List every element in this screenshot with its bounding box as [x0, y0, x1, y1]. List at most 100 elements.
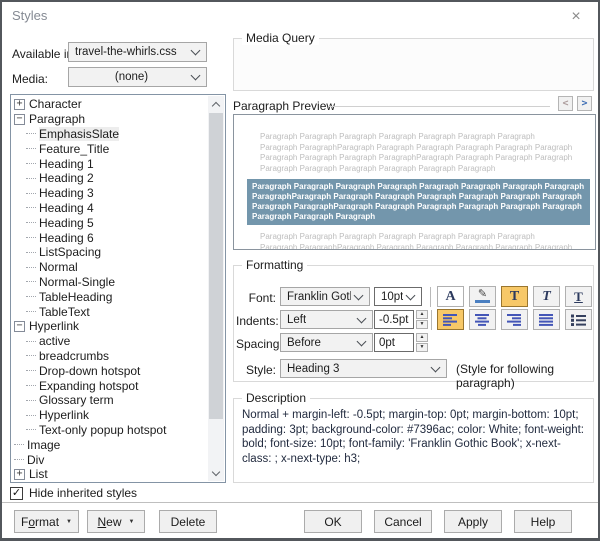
tree-item-label: TableText	[39, 304, 90, 319]
spacing-value: Before	[287, 336, 321, 349]
tree-item-label: Heading 1	[39, 156, 94, 171]
indent-amount-input[interactable]: -0.5pt	[374, 310, 414, 329]
font-family-select[interactable]: Franklin Gothic B	[280, 287, 370, 306]
tree-connector	[26, 163, 36, 165]
justify-icon	[539, 313, 553, 326]
font-label: Font:	[248, 291, 276, 305]
tree-item[interactable]: TableText	[11, 304, 208, 319]
tree-item[interactable]: Image	[11, 437, 208, 452]
scroll-down-icon[interactable]	[208, 465, 224, 481]
font-size-select[interactable]: 10pt	[374, 287, 422, 306]
hide-inherited-label: Hide inherited styles	[29, 486, 138, 500]
tree-item-label: Glossary term	[39, 393, 114, 408]
delete-button-label: Delete	[170, 514, 206, 529]
font-color-button[interactable]: A	[437, 286, 464, 307]
spinner-up-button[interactable]: ▲	[416, 310, 428, 319]
styles-dialog: Styles × Available in: travel-the-whirls…	[0, 0, 600, 541]
following-style-select[interactable]: Heading 3	[280, 359, 447, 378]
tree-item[interactable]: Heading 1	[11, 156, 208, 171]
preview-next-button[interactable]: >	[577, 96, 592, 111]
align-left-button[interactable]	[437, 309, 464, 330]
spinner-down-button[interactable]: ▼	[416, 343, 428, 352]
tree-item[interactable]: Heading 4	[11, 201, 208, 216]
apply-button[interactable]: Apply	[444, 510, 502, 533]
tree-item[interactable]: Text-only popup hotspot	[11, 423, 208, 438]
delete-button[interactable]: Delete	[158, 510, 217, 533]
spacing-select[interactable]: Before	[280, 333, 373, 352]
formatting-label: Formatting	[242, 258, 308, 272]
tree-item[interactable]: Heading 3	[11, 186, 208, 201]
available-in-select[interactable]: travel-the-whirls.css	[68, 42, 207, 62]
indents-select[interactable]: Left	[280, 310, 373, 329]
expand-icon[interactable]: +	[14, 468, 25, 480]
tree-item[interactable]: Expanding hotspot	[11, 378, 208, 393]
collapse-icon[interactable]: −	[14, 320, 25, 332]
italic-button[interactable]: T	[533, 286, 560, 307]
ok-button[interactable]: OK	[304, 510, 362, 533]
bullet-list-button[interactable]	[565, 309, 592, 330]
tree-item[interactable]: − Hyperlink	[11, 319, 208, 334]
spacing-label: Spacing:	[236, 337, 283, 351]
tree-item-label: Text-only popup hotspot	[39, 422, 167, 437]
tree-item[interactable]: + List	[11, 467, 208, 481]
tree-item-label: ListSpacing	[39, 245, 102, 260]
tree-item[interactable]: Normal-Single	[11, 275, 208, 290]
tree-connector	[26, 399, 36, 401]
indents-label: Indents:	[236, 314, 279, 328]
spacing-amount-input[interactable]: 0pt	[374, 333, 414, 352]
bold-button[interactable]: T	[501, 286, 528, 307]
paragraph-preview-label: Paragraph Preview	[233, 99, 336, 113]
align-right-button[interactable]	[501, 309, 528, 330]
tree-item[interactable]: Div	[11, 452, 208, 467]
tree-connector	[14, 444, 24, 446]
cancel-button[interactable]: Cancel	[374, 510, 432, 533]
tree-item[interactable]: EmphasisSlate	[11, 126, 208, 142]
tree-item[interactable]: Feature_Title	[11, 141, 208, 156]
preview-context-text: Paragraph Paragraph Paragraph Paragraph …	[260, 132, 573, 173]
tree-item[interactable]: ListSpacing	[11, 245, 208, 260]
font-family-value: Franklin Gothic B	[287, 290, 351, 303]
preview-prev-button[interactable]: <	[558, 96, 573, 111]
scroll-up-icon[interactable]	[208, 96, 224, 112]
highlight-color-button[interactable]: ✎	[469, 286, 496, 307]
new-button[interactable]: New ▼	[86, 510, 145, 533]
tree-item[interactable]: + Character	[11, 97, 208, 112]
spinner-up-button[interactable]: ▲	[416, 333, 428, 342]
expand-icon[interactable]: +	[14, 98, 25, 110]
tree-connector	[26, 192, 36, 194]
tree-item[interactable]: Heading 2	[11, 171, 208, 186]
tree-item[interactable]: active	[11, 334, 208, 349]
collapse-icon[interactable]: −	[14, 113, 25, 125]
tree-scrollbar[interactable]	[208, 96, 224, 481]
tree-item[interactable]: breadcrumbs	[11, 349, 208, 364]
tree-item[interactable]: Glossary term	[11, 393, 208, 408]
hide-inherited-checkbox[interactable]: ✓	[10, 486, 23, 500]
tree-item[interactable]: Normal	[11, 260, 208, 275]
tree-connector	[14, 459, 24, 461]
justify-button[interactable]	[533, 309, 560, 330]
chevron-down-icon	[190, 45, 201, 56]
align-center-button[interactable]	[469, 309, 496, 330]
tree-item[interactable]: Heading 6	[11, 230, 208, 245]
scrollbar-thumb[interactable]	[209, 113, 223, 419]
chevron-down-icon	[405, 290, 416, 300]
tree-item-label: Drop-down hotspot	[39, 363, 141, 378]
spinner-down-button[interactable]: ▼	[416, 320, 428, 329]
help-button[interactable]: Help	[514, 510, 572, 533]
tree-item[interactable]: Hyperlink	[11, 408, 208, 423]
tree-item-label: TableHeading	[39, 289, 113, 304]
tree-connector	[26, 414, 36, 416]
tree-item[interactable]: Drop-down hotspot	[11, 363, 208, 378]
spinner-down-icon: ▼	[419, 344, 425, 350]
tree-item-label: EmphasisSlate	[39, 126, 120, 141]
preview-selected-paragraph: Paragraph Paragraph Paragraph Paragraph …	[247, 179, 590, 225]
tree-item[interactable]: − Paragraph	[11, 112, 208, 127]
tree-item[interactable]: TableHeading	[11, 289, 208, 304]
underline-button[interactable]: T	[565, 286, 592, 307]
tree-item[interactable]: Heading 5	[11, 215, 208, 230]
tree-connector	[26, 281, 36, 283]
format-button[interactable]: Format ▼	[14, 510, 79, 533]
media-select[interactable]: (none)	[68, 67, 207, 87]
close-icon[interactable]: ×	[565, 6, 587, 28]
tree-item-label: breadcrumbs	[39, 348, 110, 363]
